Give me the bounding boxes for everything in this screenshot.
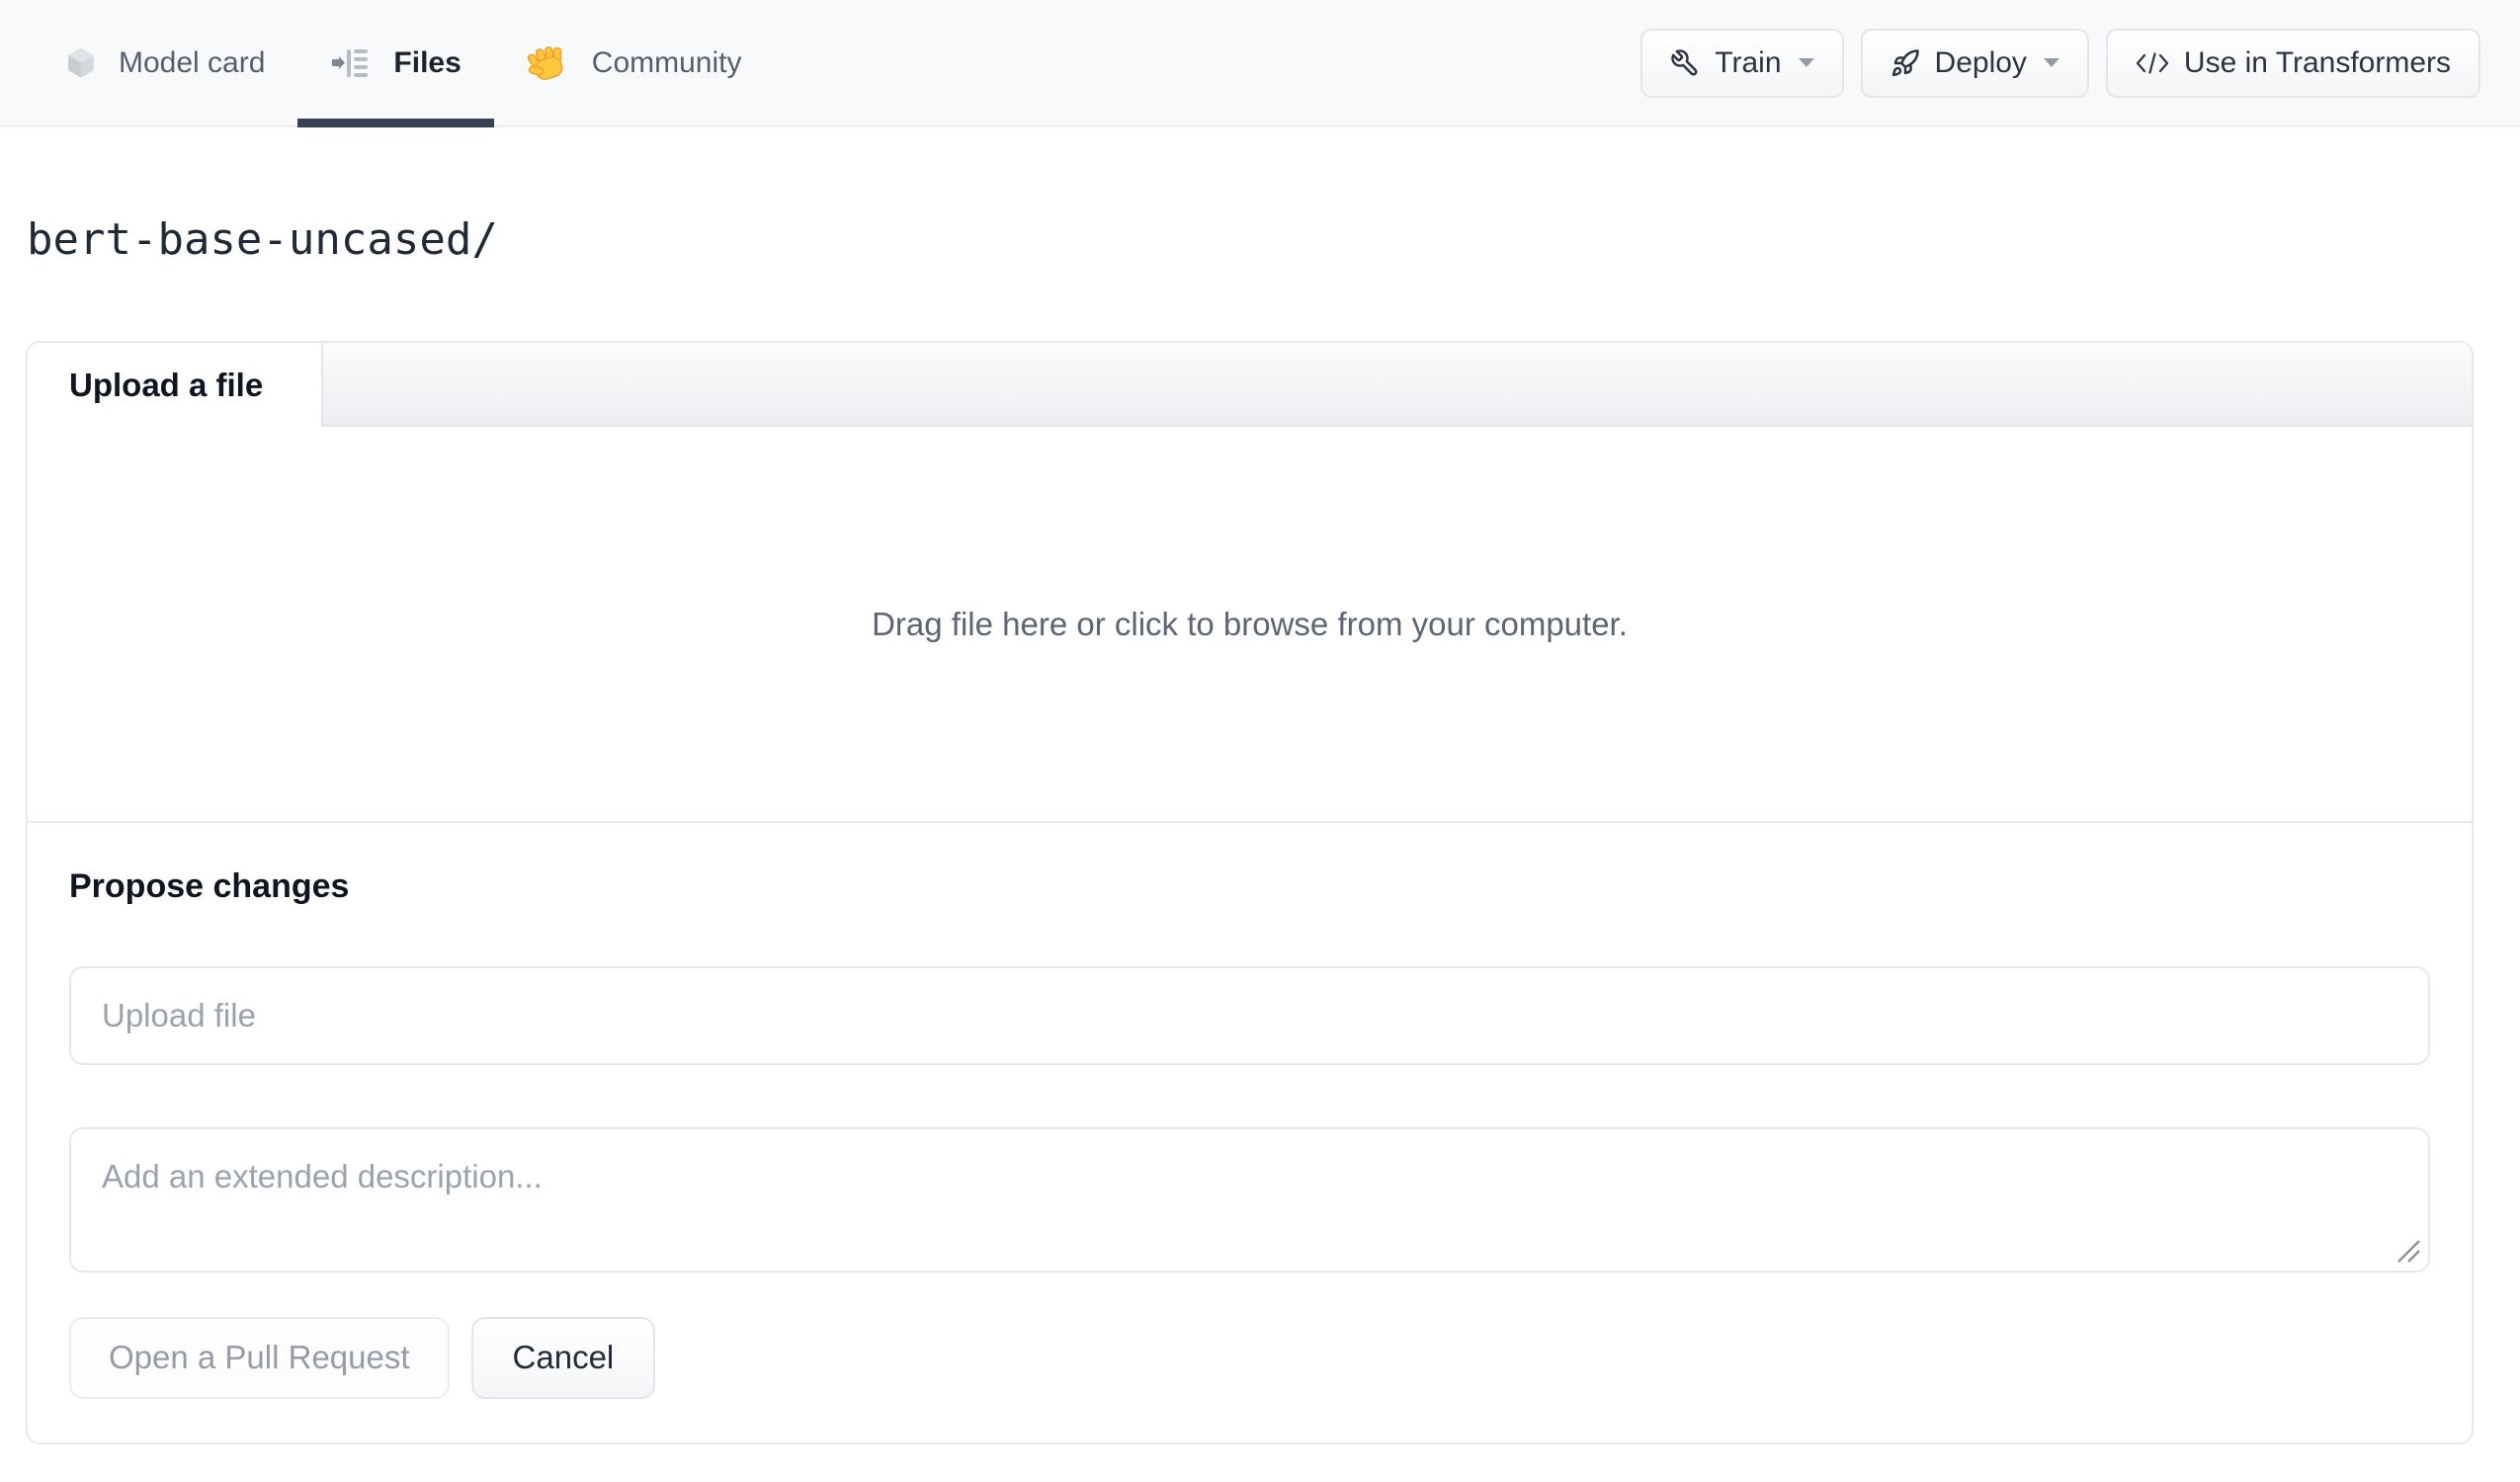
propose-changes-section: Propose changes Open a Pull Request Canc… — [28, 866, 2472, 1399]
tab-files-label: Files — [393, 45, 462, 79]
wrench-icon — [1670, 48, 1700, 78]
files-list-icon — [330, 45, 370, 81]
upload-card-tab-bar: Upload a file — [28, 343, 2472, 427]
tab-files[interactable]: Files — [297, 0, 495, 127]
open-pull-request-button[interactable]: Open a Pull Request — [69, 1316, 450, 1399]
waving-hand-icon — [527, 43, 568, 83]
train-button-label: Train — [1715, 45, 1782, 79]
textarea-resize-handle[interactable] — [2395, 1238, 2421, 1264]
tab-bar-filler — [321, 343, 2472, 427]
tab-model-card-label: Model card — [119, 45, 266, 79]
cube-icon — [67, 46, 95, 79]
huggingface-repo-page: Model card Files Community Train Deploy … — [0, 0, 2520, 1482]
extended-description-textarea[interactable] — [69, 1126, 2430, 1273]
file-dropzone[interactable]: Drag file here or click to browse from y… — [28, 427, 2472, 823]
repo-action-buttons: Train Deploy Use in Transformers — [1640, 0, 2520, 125]
chevron-down-icon — [2043, 58, 2059, 67]
deploy-button[interactable]: Deploy — [1860, 28, 2089, 98]
tab-model-card[interactable]: Model card — [35, 0, 297, 125]
tab-community-label: Community — [591, 45, 742, 79]
chevron-down-icon — [1798, 58, 1814, 67]
use-in-transformers-button[interactable]: Use in Transformers — [2105, 28, 2480, 98]
breadcrumb-repo-path[interactable]: bert-base-uncased/ — [27, 214, 498, 266]
upload-file-card: Upload a file Drag file here or click to… — [26, 341, 2474, 1444]
deploy-button-label: Deploy — [1934, 45, 2027, 79]
form-buttons-row: Open a Pull Request Cancel — [69, 1316, 2430, 1399]
train-button[interactable]: Train — [1640, 28, 1844, 98]
use-in-transformers-label: Use in Transformers — [2183, 45, 2451, 79]
propose-changes-heading: Propose changes — [69, 867, 350, 905]
code-icon — [2136, 50, 2169, 76]
dropzone-hint-text: Drag file here or click to browse from y… — [872, 605, 1628, 642]
cancel-button[interactable]: Cancel — [470, 1316, 656, 1399]
description-field-wrap — [69, 1126, 2430, 1273]
repo-nav-tabs: Model card Files Community — [0, 0, 775, 127]
tab-community[interactable]: Community — [494, 0, 775, 125]
commit-title-input[interactable] — [69, 965, 2430, 1065]
tab-upload-a-file[interactable]: Upload a file — [28, 343, 321, 427]
repo-navbar: Model card Files Community Train Deploy … — [0, 0, 2520, 127]
rocket-icon — [1890, 48, 1920, 78]
